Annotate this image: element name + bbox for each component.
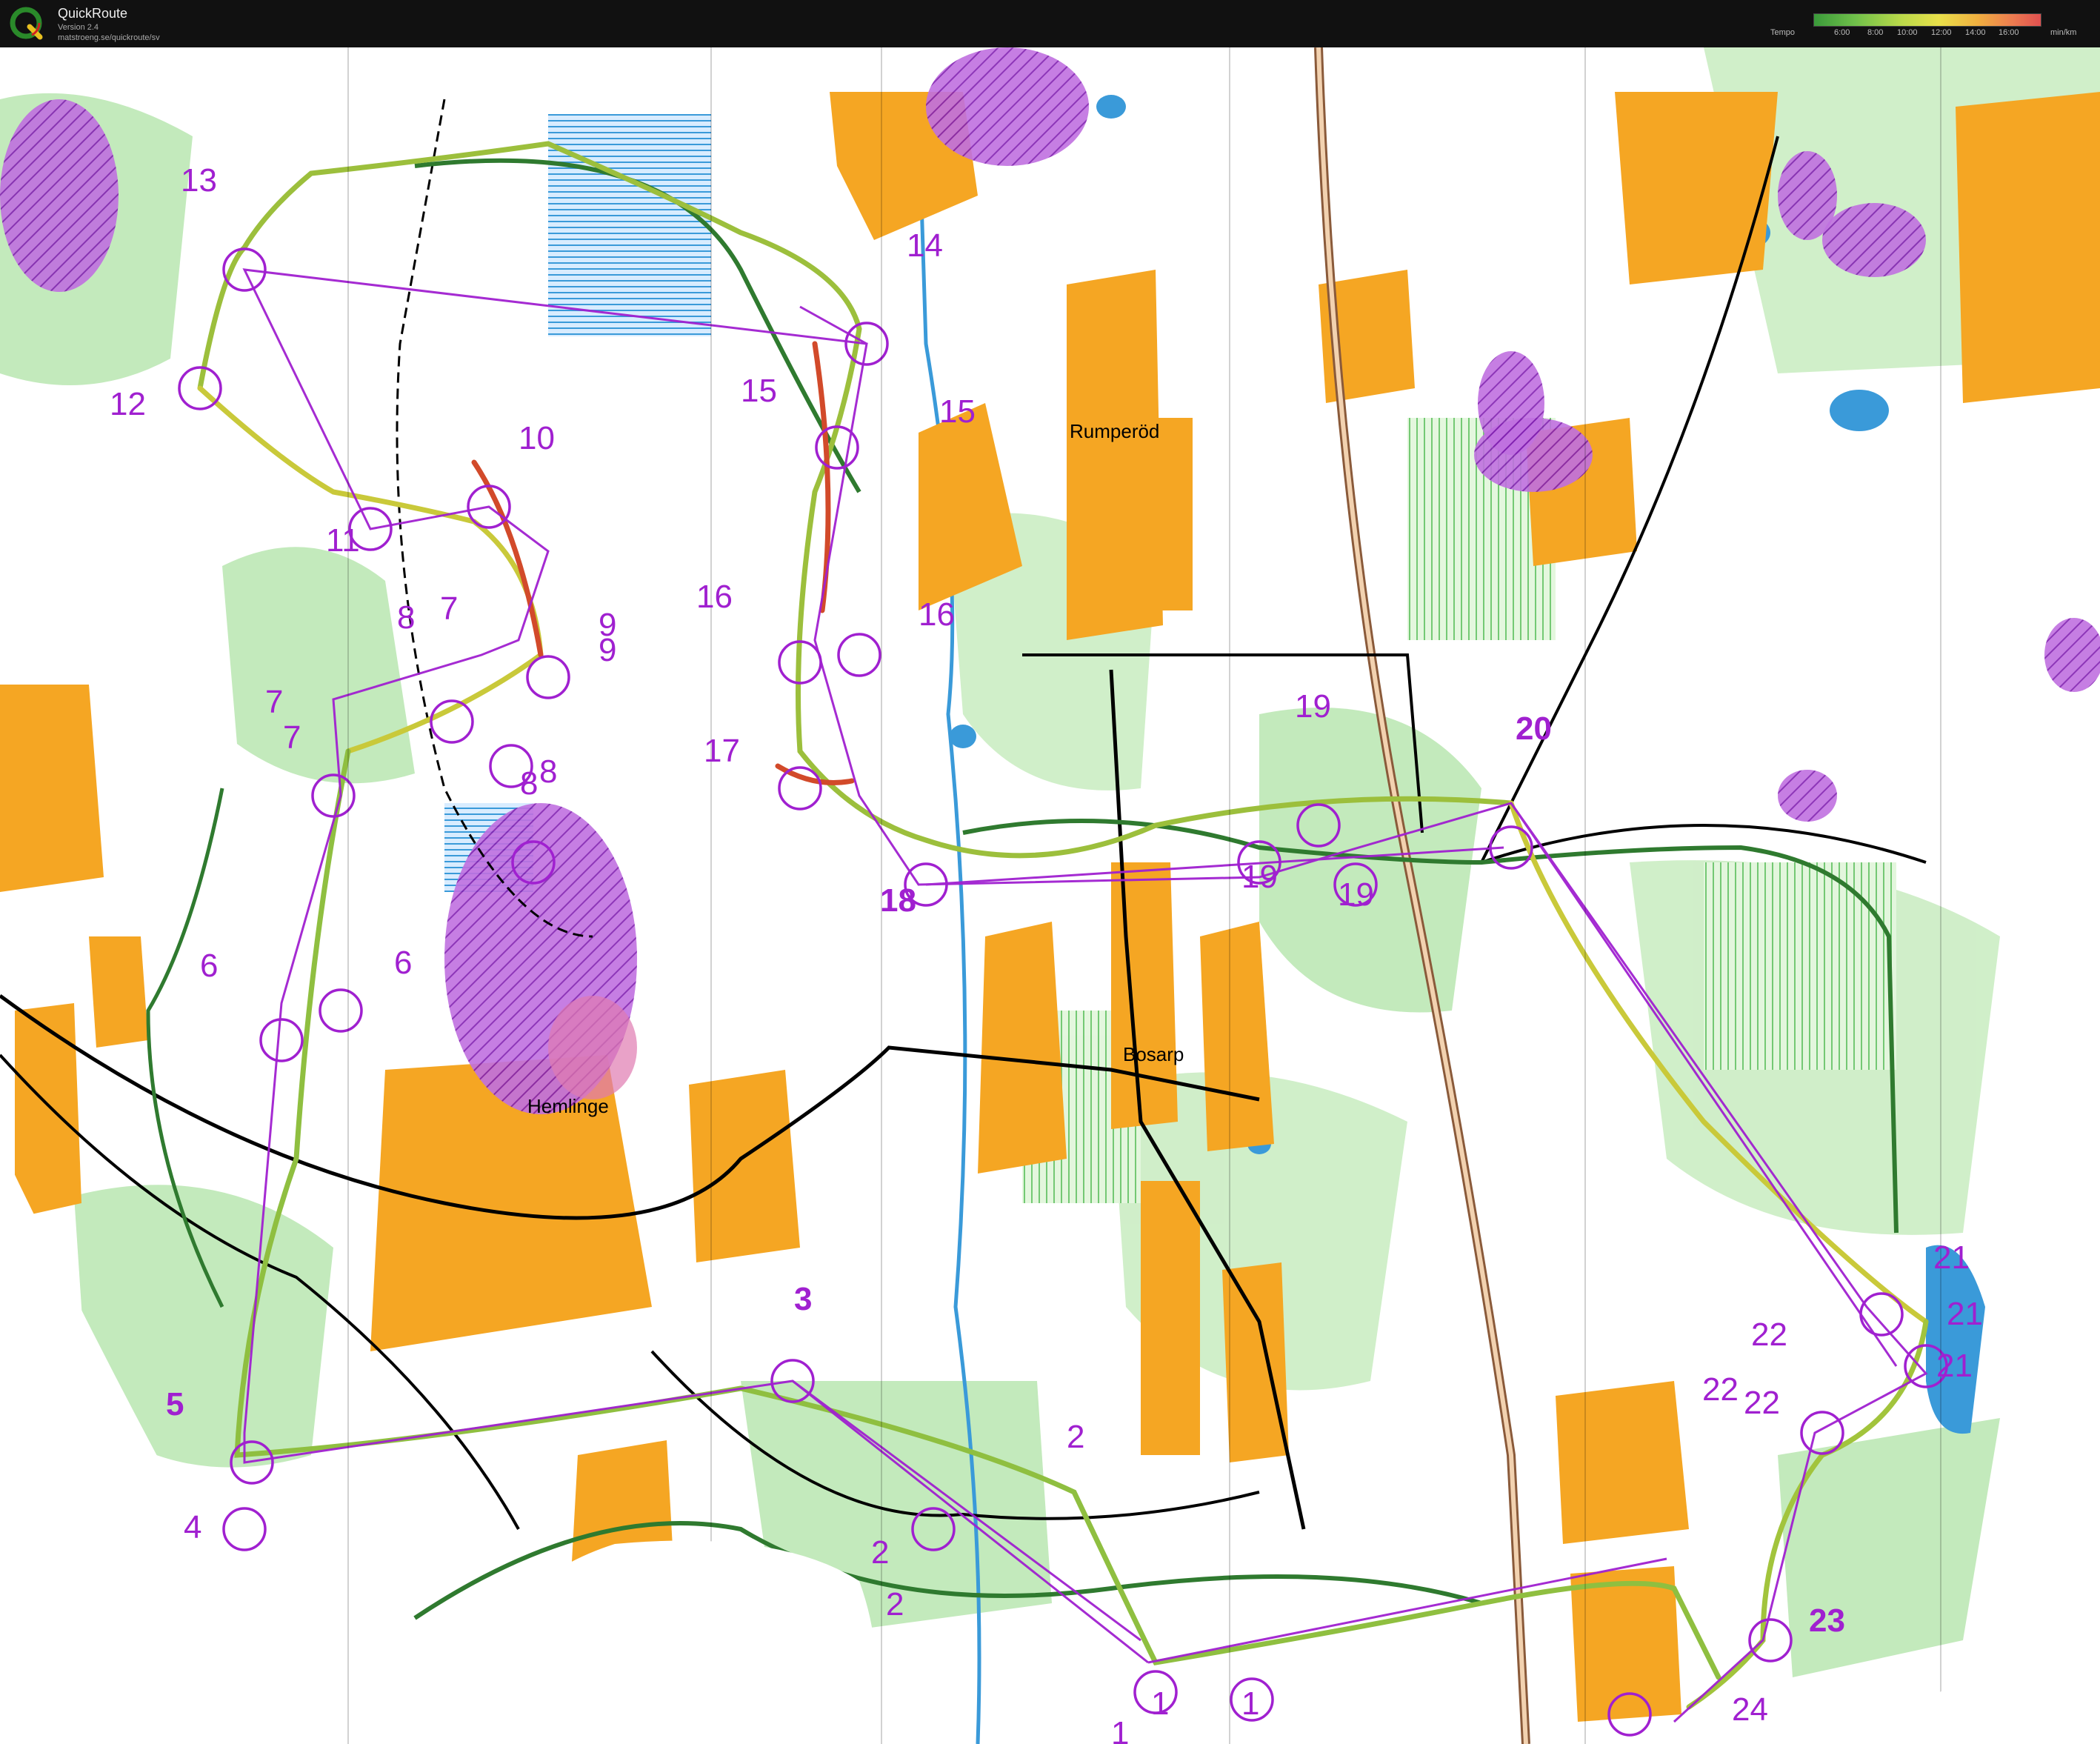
tempo-tick: 6:00 [1834,28,1850,37]
control-number: 5 [166,1386,184,1422]
control-number: 19 [1241,859,1278,895]
control-number: 21 [1933,1239,1970,1276]
control-number: 22 [1744,1385,1780,1421]
tempo-unit: min/km [2050,28,2077,37]
control-number: 24 [1732,1691,1768,1728]
control-number: 22 [1751,1317,1787,1353]
control-number: 2 [1067,1419,1085,1455]
app-version: Version 2.4 [58,23,99,32]
control-number: 10 [519,420,555,456]
app-title: QuickRoute [58,6,128,21]
map-graphics [0,47,2100,1744]
control-number: 4 [184,1509,202,1545]
control-number: 9 [599,632,617,668]
quickroute-logo-icon [10,7,43,40]
control-number: 16 [696,579,733,615]
control-number: 3 [794,1281,813,1317]
control-number: 11 [326,522,360,559]
control-number: 21 [1936,1348,1973,1384]
control-number: 8 [539,753,558,790]
control-number: 7 [283,719,301,756]
tempo-color-scale [1813,13,2041,27]
place-name-hemlinge: Hemlinge [527,1095,609,1117]
control-number: 1 [1111,1715,1130,1744]
control-number: 23 [1809,1602,1845,1639]
control-number: 17 [704,733,740,769]
control-number: 22 [1702,1371,1739,1408]
control-number: 7 [265,684,284,720]
tempo-tick: 14:00 [1965,28,1986,37]
control-number: 19 [1338,876,1374,913]
control-number: 18 [880,882,916,919]
control-number: 20 [1516,710,1552,747]
control-number: 8 [520,765,539,802]
vegetation-layer [0,47,2100,1677]
control-number: 13 [181,162,217,199]
place-name-rumperod: Rumperöd [1070,420,1160,442]
tempo-tick: 16:00 [1999,28,2019,37]
tempo-label: Tempo [1770,28,1796,37]
control-number: 21 [1947,1296,1983,1332]
control-number: 19 [1295,688,1331,725]
control-number: 16 [919,596,955,633]
control-number: 2 [871,1534,890,1571]
tempo-tick: 10:00 [1897,28,1918,37]
control-number: 1 [1151,1685,1170,1722]
control-number: 12 [110,386,146,422]
tempo-tick: 8:00 [1867,28,1884,37]
app-url: matstroeng.se/quickroute/sv [58,33,160,42]
control-number: 14 [907,227,943,264]
control-number: 15 [939,393,976,430]
control-number: 6 [394,945,413,981]
tempo-tick: 12:00 [1931,28,1952,37]
control-number: 1 [1241,1685,1260,1722]
title-bar: QuickRoute Version 2.4 matstroeng.se/qui… [0,0,2100,48]
control-number: 15 [741,373,777,409]
control-number: 7 [440,590,459,627]
control-number: 6 [200,948,219,984]
control-number: 8 [397,599,416,636]
control-number: 2 [886,1586,904,1622]
place-name-bosarp: Bosarp [1123,1043,1184,1065]
orienteering-map[interactable]: Rumperöd Bosarp Hemlinge 13 12 11 10 9 9… [0,47,2100,1744]
